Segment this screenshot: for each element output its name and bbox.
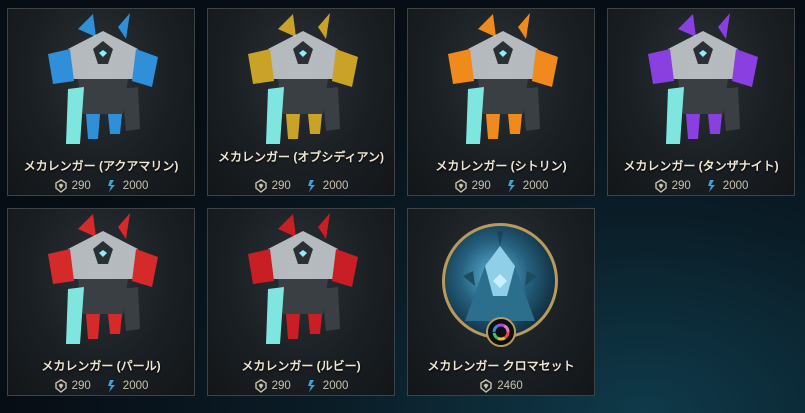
- rp-price: 290: [254, 179, 291, 193]
- essence-value: 2000: [322, 180, 349, 192]
- essence-price: 2000: [305, 179, 349, 193]
- chroma-card-title: メカレンガー (パール): [41, 359, 161, 373]
- chroma-card-title: メカレンガー (アクアマリン): [23, 159, 179, 173]
- chroma-card-prices: 290 2000: [208, 379, 394, 393]
- blue-essence-icon: [307, 380, 315, 392]
- bundle-rp-value: 2460: [497, 380, 523, 392]
- chroma-card-prices: 290 2000: [608, 179, 794, 193]
- chroma-card-prices: 290 2000: [8, 379, 194, 393]
- chroma-card-prices: 290 2000: [408, 179, 594, 193]
- essence-price: 2000: [105, 379, 149, 393]
- blue-essence-icon: [707, 180, 715, 192]
- chroma-card-title: メカレンガー (タンザナイト): [623, 159, 779, 173]
- chroma-card[interactable]: メカレンガー (パール) 290 2000: [7, 208, 195, 396]
- mecha-robot-art: [48, 13, 158, 144]
- essence-value: 2000: [522, 180, 549, 192]
- essence-price: 2000: [305, 379, 349, 393]
- essence-value: 2000: [122, 180, 149, 192]
- chroma-bundle-card[interactable]: メカレンガー クロマセット 2460: [407, 208, 595, 396]
- chroma-card-title: メカレンガー (シトリン): [435, 159, 567, 173]
- blue-essence-icon: [107, 380, 115, 392]
- essence-price: 2000: [705, 179, 749, 193]
- essence-price: 2000: [505, 179, 549, 193]
- chroma-card[interactable]: メカレンガー (アクアマリン) 290 2000: [7, 8, 195, 196]
- mecha-robot-art: [448, 13, 558, 144]
- chroma-card[interactable]: メカレンガー (タンザナイト) 290 2000: [607, 8, 795, 196]
- essence-price: 2000: [105, 179, 149, 193]
- essence-value: 2000: [122, 380, 149, 392]
- rp-value: 290: [71, 380, 91, 392]
- chroma-card-title: メカレンガー (オブシディアン): [217, 150, 384, 164]
- chroma-wheel-icon: [486, 317, 516, 347]
- mecha-robot-art: [248, 213, 358, 344]
- blue-essence-icon: [507, 180, 515, 192]
- rp-value: 290: [71, 180, 91, 192]
- blue-essence-icon: [107, 180, 115, 192]
- rp-price: 290: [654, 179, 691, 193]
- essence-value: 2000: [322, 380, 349, 392]
- rp-price: 290: [454, 179, 491, 193]
- rp-icon: [254, 179, 267, 193]
- rp-icon: [654, 179, 667, 193]
- bundle-rp-price: 2460: [479, 379, 523, 393]
- rp-price: 290: [254, 379, 291, 393]
- rp-value: 290: [671, 180, 691, 192]
- mecha-robot-art: [248, 13, 358, 144]
- chroma-card[interactable]: メカレンガー (ルビー) 290 2000: [207, 208, 395, 396]
- blue-essence-icon: [307, 180, 315, 192]
- rp-icon: [54, 179, 67, 193]
- mecha-robot-art: [648, 13, 758, 144]
- chroma-card[interactable]: メカレンガー (シトリン) 290 2000: [407, 8, 595, 196]
- rp-icon: [480, 379, 492, 393]
- rp-icon: [454, 179, 467, 193]
- essence-value: 2000: [722, 180, 749, 192]
- rp-value: 290: [271, 180, 291, 192]
- rp-price: 290: [54, 179, 91, 193]
- chroma-card[interactable]: メカレンガー (オブシディアン) 290 2000: [207, 8, 395, 196]
- mecha-robot-art: [48, 213, 158, 344]
- rp-icon: [54, 379, 67, 393]
- rp-price: 290: [54, 379, 91, 393]
- rp-value: 290: [271, 380, 291, 392]
- rp-icon: [254, 379, 267, 393]
- chroma-card-prices: 290 2000: [208, 179, 394, 193]
- chroma-card-title: メカレンガー (ルビー): [241, 359, 361, 373]
- chroma-store-grid: メカレンガー (アクアマリン) 290 2000 メカレンガー (オブシディアン…: [0, 0, 805, 413]
- bundle-prices: 2460: [408, 379, 594, 393]
- rp-value: 290: [471, 180, 491, 192]
- chroma-card-prices: 290 2000: [8, 179, 194, 193]
- bundle-title: メカレンガー クロマセット: [427, 359, 575, 373]
